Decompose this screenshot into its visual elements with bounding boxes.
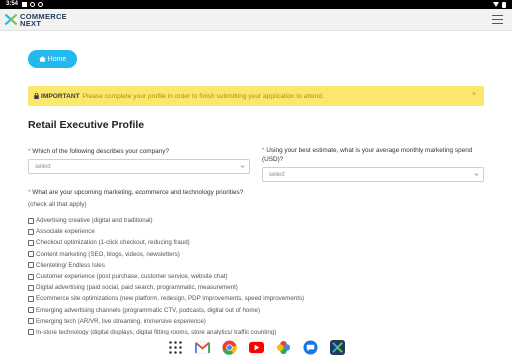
important-alert: IMPORTANT Please complete your profile i… (28, 86, 484, 106)
option-label: Emerging advertising channels (programma… (36, 306, 261, 314)
alert-close-button[interactable]: × (472, 91, 476, 98)
option-label: Digital advertising (paid social, paid s… (36, 284, 238, 292)
priority-option-customer-experience[interactable]: Customer experience (post purchase, cust… (28, 271, 304, 282)
option-label: Checkout optimization (1-click checkout,… (36, 239, 190, 247)
option-label: Emerging tech (AR/VR, live streaming, im… (36, 317, 206, 325)
option-label: Associate experience (36, 228, 95, 236)
checkbox[interactable] (28, 239, 34, 246)
priority-option-content-marketing[interactable]: Content marketing (SEO, blogs, videos, n… (28, 249, 304, 260)
page-title: Retail Executive Profile (28, 119, 145, 131)
apps-grid-icon[interactable] (167, 339, 184, 356)
app-dock (0, 335, 512, 360)
battery-icon (502, 1, 506, 8)
logo-text-next: NEXT (20, 18, 42, 28)
checkbox[interactable] (28, 273, 34, 280)
alert-message: Please complete your profile in order to… (82, 92, 324, 100)
photos-icon[interactable] (275, 339, 292, 356)
company-type-label: * Which of the following describes your … (28, 148, 253, 157)
priority-option-emerging-tech[interactable]: Emerging tech (AR/VR, live streaming, im… (28, 316, 304, 327)
checkbox[interactable] (28, 318, 34, 325)
priority-option-associate-experience[interactable]: Associate experience (28, 226, 304, 237)
marketing-spend-select-value: select (269, 171, 285, 178)
commercenext-logo[interactable]: COMMERCE NEXT (4, 12, 67, 27)
option-label: Advertising creative (digital and tradit… (36, 217, 153, 225)
sync-icon (30, 2, 36, 7)
priority-option-emerging-advertising[interactable]: Emerging advertising channels (programma… (28, 305, 304, 316)
priorities-label: * What are your upcoming marketing, ecom… (28, 189, 484, 198)
commercenext-app-icon[interactable] (329, 339, 346, 356)
checkbox[interactable] (28, 307, 34, 314)
home-button-label: Home (47, 55, 67, 63)
priorities-note: (check all that apply) (28, 201, 87, 208)
checkbox[interactable] (28, 228, 34, 235)
site-header: COMMERCE NEXT (0, 9, 512, 31)
required-mark: * (28, 148, 31, 155)
home-button[interactable]: Home (28, 50, 77, 68)
priorities-checkbox-list: Advertising creative (digital and tradit… (28, 215, 304, 338)
company-type-select-value: select (35, 163, 51, 170)
home-icon (38, 56, 46, 62)
company-type-select[interactable]: select (28, 159, 250, 174)
priority-option-digital-advertising[interactable]: Digital advertising (paid social, paid s… (28, 282, 304, 293)
menu-icon[interactable] (492, 15, 503, 24)
chevron-down-icon (474, 173, 479, 176)
priority-option-ecommerce-site[interactable]: Ecommerce site optimizations (new platfo… (28, 293, 304, 304)
option-label: Ecommerce site optimizations (new platfo… (36, 295, 305, 303)
priority-option-clienteling[interactable]: Clienteling/ Endless Isles (28, 260, 304, 271)
lock-icon (34, 93, 39, 99)
required-mark: * (28, 189, 31, 196)
youtube-icon[interactable] (248, 339, 265, 356)
alert-label: IMPORTANT (41, 92, 80, 100)
priority-option-checkout-optimization[interactable]: Checkout optimization (1-click checkout,… (28, 237, 304, 248)
checkbox[interactable] (28, 284, 34, 291)
checkbox[interactable] (28, 217, 34, 224)
gmail-icon[interactable] (194, 339, 211, 356)
messages-icon[interactable] (302, 339, 319, 356)
notification-icon (22, 2, 28, 7)
checkbox[interactable] (28, 295, 34, 302)
marketing-spend-label: * Using your best estimate, what is your… (262, 147, 484, 164)
logo-mark-icon (4, 13, 18, 26)
chrome-icon[interactable] (221, 339, 238, 356)
priorities-label-text: What are your upcoming marketing, ecomme… (32, 189, 244, 196)
required-mark: * (262, 147, 265, 154)
status-bar: 3:54 (0, 0, 512, 9)
priority-option-advertising-creative[interactable]: Advertising creative (digital and tradit… (28, 215, 304, 226)
checkbox[interactable] (28, 262, 34, 269)
wifi-icon (493, 2, 499, 7)
checkbox[interactable] (28, 251, 34, 258)
status-time: 3:54 (6, 1, 19, 7)
marketing-spend-label-text: Using your best estimate, what is your a… (262, 147, 473, 163)
option-label: Customer experience (post purchase, cust… (36, 273, 228, 281)
chevron-down-icon (240, 165, 245, 168)
marketing-spend-select[interactable]: select (262, 167, 484, 182)
option-label: Content marketing (SEO, blogs, videos, n… (36, 250, 180, 258)
company-type-label-text: Which of the following describes your co… (32, 148, 170, 155)
notification-icon-2 (38, 2, 44, 7)
option-label: Clienteling/ Endless Isles (36, 261, 105, 269)
